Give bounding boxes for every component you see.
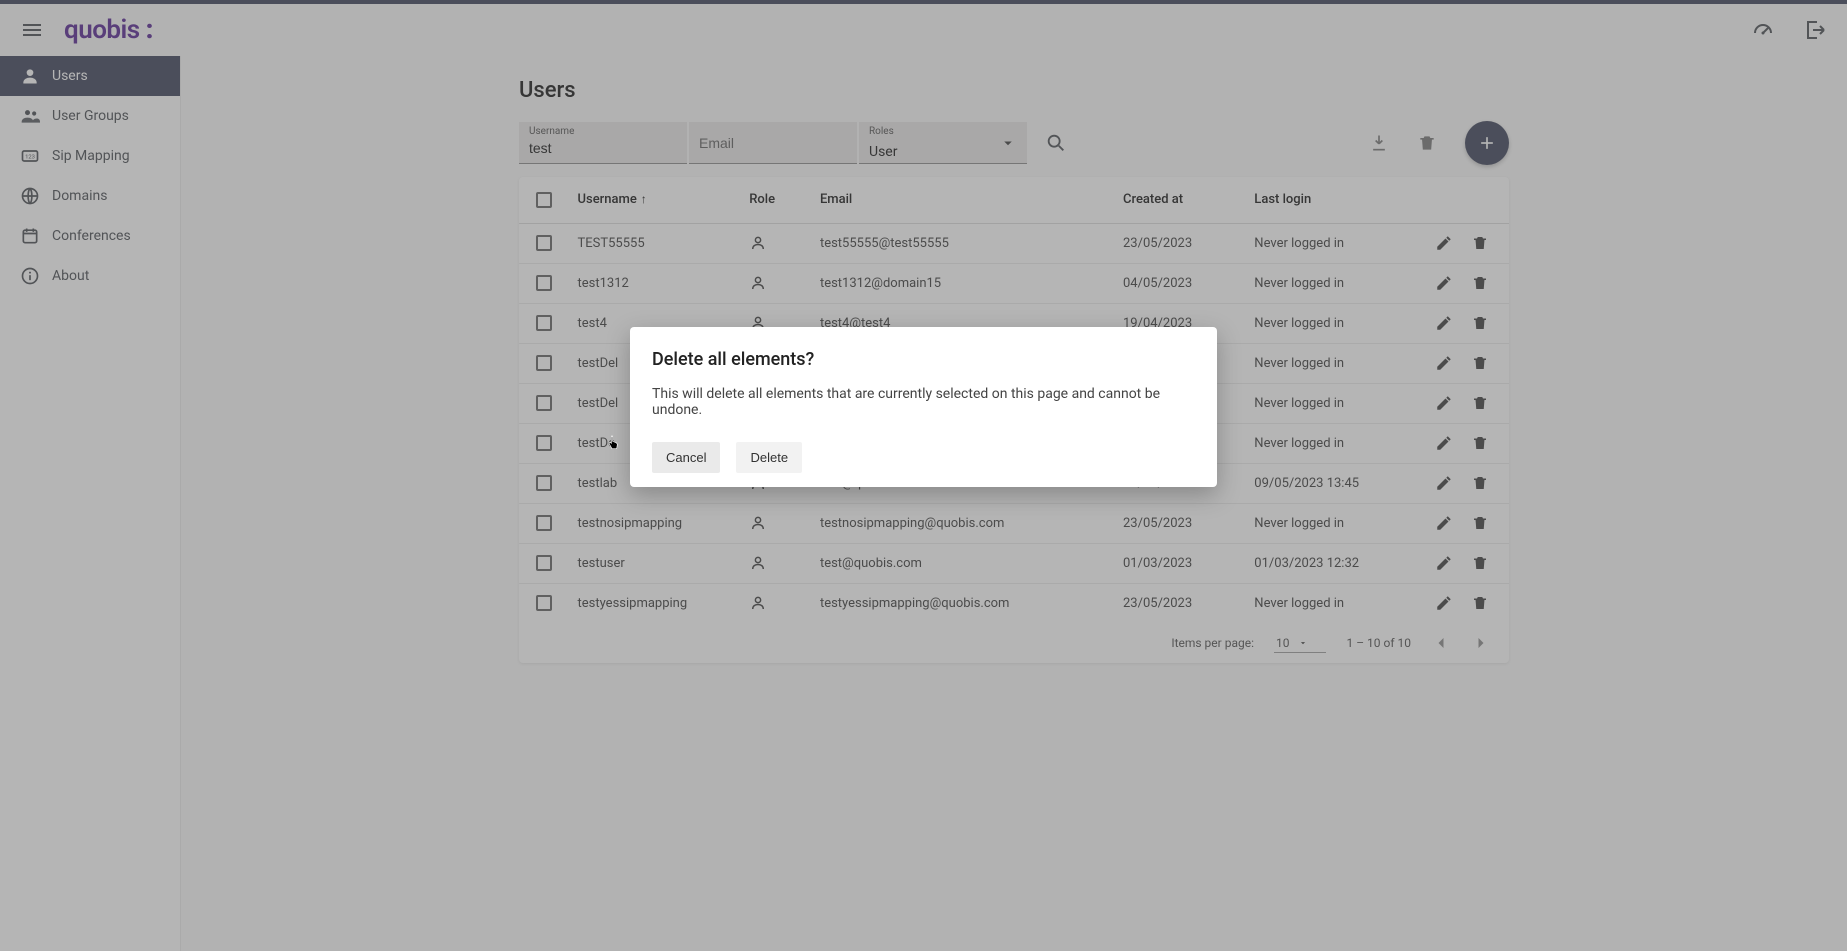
cancel-button[interactable]: Cancel <box>652 442 720 473</box>
delete-dialog: Delete all elements? This will delete al… <box>630 327 1217 487</box>
dialog-body: This will delete all elements that are c… <box>652 386 1195 418</box>
cursor-icon <box>606 432 622 452</box>
dialog-title: Delete all elements? <box>652 349 1195 370</box>
modal-overlay[interactable]: Delete all elements? This will delete al… <box>0 0 1847 951</box>
delete-button[interactable]: Delete <box>736 442 802 473</box>
